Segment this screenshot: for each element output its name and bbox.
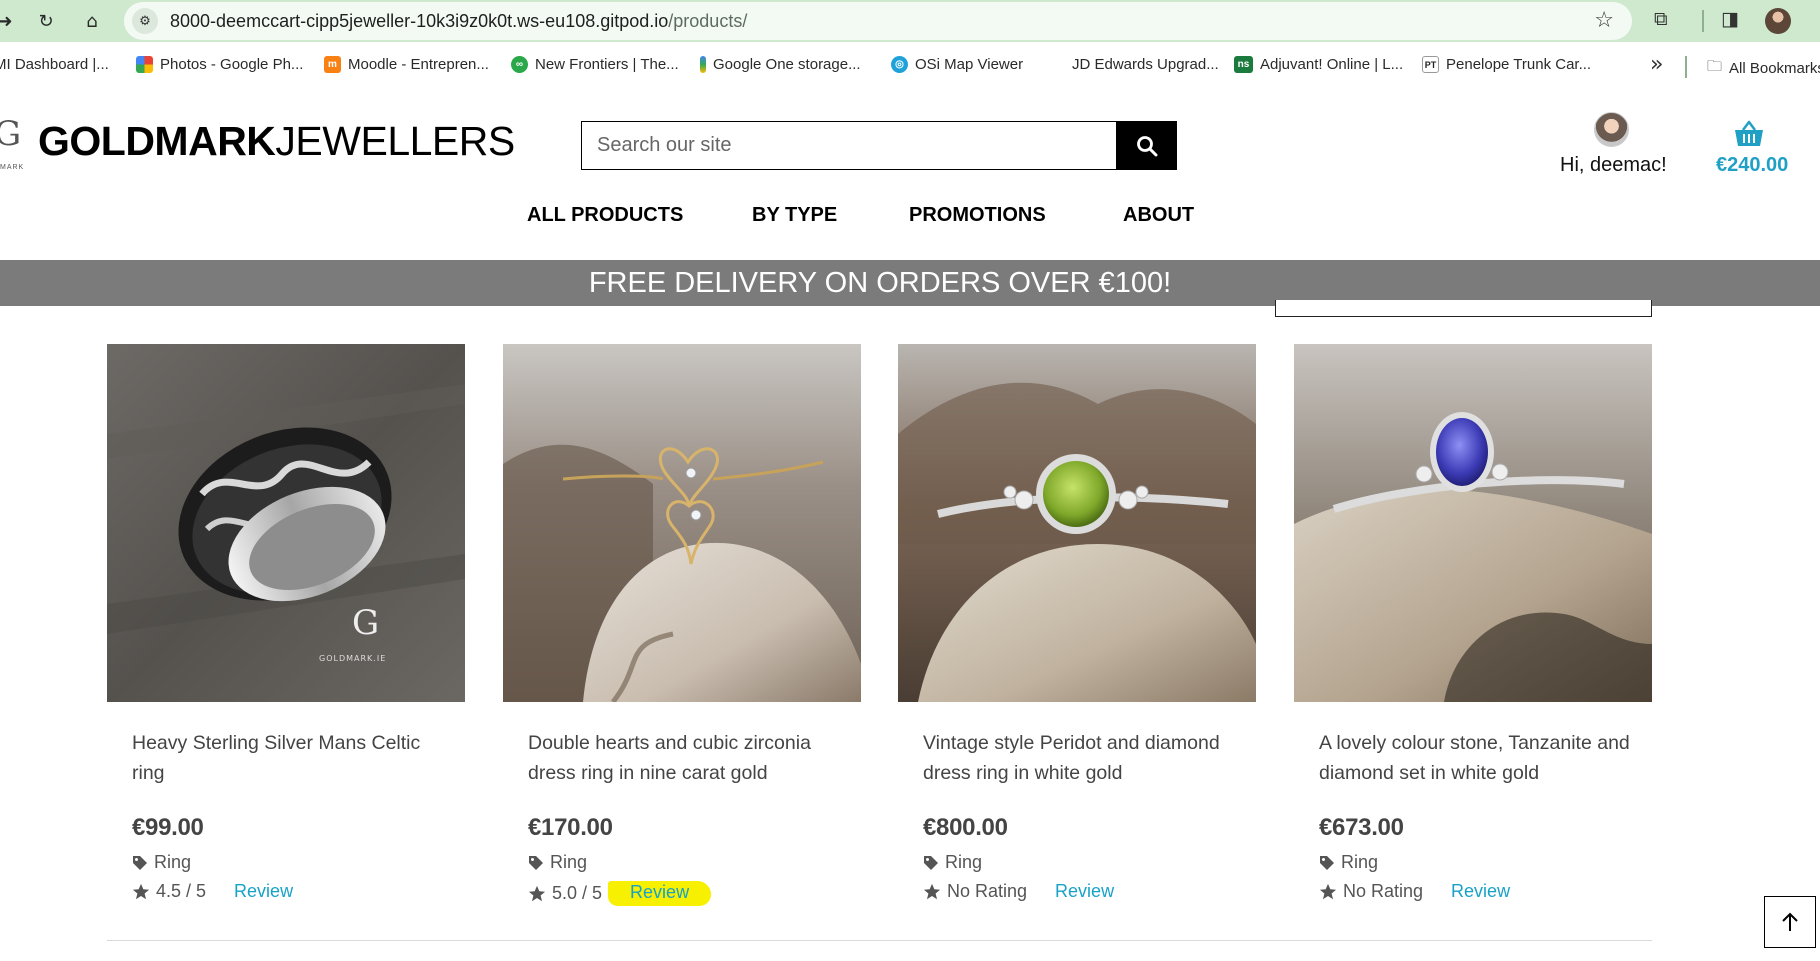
sort-select-clipped[interactable] bbox=[1275, 300, 1652, 317]
adjuvant-icon: ns bbox=[1234, 56, 1253, 73]
shopping-basket-icon[interactable] bbox=[1734, 120, 1764, 148]
reload-icon[interactable]: ↻ bbox=[33, 8, 59, 34]
bookmarks-overflow-icon[interactable]: » bbox=[1650, 52, 1663, 77]
nav-by-type[interactable]: BY TYPE bbox=[752, 204, 837, 227]
osi-map-icon: ◎ bbox=[891, 56, 908, 73]
review-link[interactable]: Review bbox=[1451, 881, 1510, 902]
bookmark-item[interactable]: Photos - Google Ph... bbox=[136, 56, 303, 73]
product-category[interactable]: Ring bbox=[132, 852, 191, 873]
product-price: €170.00 bbox=[528, 814, 613, 841]
folder-icon: 🗀 bbox=[1707, 57, 1723, 75]
nav-about[interactable]: ABOUT bbox=[1123, 204, 1194, 227]
bookmark-item[interactable]: ◎ OSi Map Viewer bbox=[891, 56, 1023, 73]
google-one-icon bbox=[700, 56, 706, 73]
bookmark-item[interactable]: ns Adjuvant! Online | L... bbox=[1234, 56, 1403, 73]
extensions-icon[interactable]: ⧉ bbox=[1654, 8, 1668, 30]
product-image[interactable] bbox=[898, 344, 1256, 702]
product-title[interactable]: Heavy Sterling Silver Mans Celtic ring bbox=[132, 728, 452, 788]
logo-mark[interactable]: G bbox=[0, 114, 21, 154]
product-category[interactable]: Ring bbox=[923, 852, 982, 873]
google-photos-icon bbox=[136, 56, 153, 73]
forward-icon[interactable]: ➜ bbox=[0, 8, 18, 34]
search-input[interactable] bbox=[582, 122, 1115, 168]
brand-logo[interactable]: GOLDMARKJEWELLERS bbox=[38, 118, 515, 165]
tag-icon bbox=[924, 855, 938, 870]
nav-all-products[interactable]: ALL PRODUCTS bbox=[527, 204, 683, 227]
product-title[interactable]: A lovely colour stone, Tanzanite and dia… bbox=[1319, 728, 1639, 788]
bookmark-item[interactable]: MI Dashboard |... bbox=[0, 56, 109, 73]
review-link[interactable]: Review bbox=[234, 881, 293, 902]
toolbar-divider bbox=[1702, 10, 1704, 32]
bookmark-item[interactable]: Google One storage... bbox=[700, 56, 861, 73]
bookmarks-divider bbox=[1685, 56, 1687, 78]
search-button[interactable] bbox=[1116, 121, 1177, 170]
product-rating: 4.5 / 5 Review bbox=[132, 881, 293, 902]
product-category[interactable]: Ring bbox=[1319, 852, 1378, 873]
site-info-icon[interactable]: ⚙ bbox=[132, 8, 158, 34]
search-icon bbox=[1136, 135, 1157, 156]
tag-icon bbox=[1320, 855, 1334, 870]
penelope-trunk-icon: PT bbox=[1422, 56, 1439, 73]
bookmark-item[interactable]: ∞ New Frontiers | The... bbox=[511, 56, 679, 73]
back-to-top-button[interactable] bbox=[1764, 896, 1816, 948]
side-panel-icon[interactable]: ◨ bbox=[1721, 8, 1739, 30]
product-price: €800.00 bbox=[923, 814, 1008, 841]
browser-profile-avatar[interactable] bbox=[1765, 8, 1791, 34]
product-image[interactable] bbox=[1294, 344, 1652, 702]
arrow-up-icon bbox=[1782, 912, 1798, 931]
all-bookmarks-folder[interactable]: 🗀 All Bookmarks bbox=[1707, 56, 1820, 81]
user-avatar[interactable] bbox=[1594, 112, 1629, 147]
product-price: €99.00 bbox=[132, 814, 204, 841]
review-link[interactable]: Review bbox=[1055, 881, 1114, 902]
star-icon bbox=[132, 883, 150, 899]
tag-icon bbox=[133, 855, 147, 870]
nav-promotions[interactable]: PROMOTIONS bbox=[909, 204, 1046, 227]
tag-icon bbox=[529, 855, 543, 870]
product-category[interactable]: Ring bbox=[528, 852, 587, 873]
star-icon bbox=[528, 885, 546, 901]
product-rating: No Rating Review bbox=[923, 881, 1114, 902]
logo-mark-subtext: MARK bbox=[0, 164, 25, 171]
product-image[interactable] bbox=[503, 344, 861, 702]
product-rating: No Rating Review bbox=[1319, 881, 1510, 902]
product-image[interactable]: G GOLDMARK.IE bbox=[107, 344, 465, 702]
product-title[interactable]: Vintage style Peridot and diamond dress … bbox=[923, 728, 1243, 788]
product-rating: 5.0 / 5 Review bbox=[528, 881, 712, 906]
product-price: €673.00 bbox=[1319, 814, 1404, 841]
bookmark-item[interactable]: m Moodle - Entrepren... bbox=[324, 56, 489, 73]
star-icon bbox=[923, 883, 941, 899]
product-title[interactable]: Double hearts and cubic zirconia dress r… bbox=[528, 728, 848, 788]
delivery-banner-text: FREE DELIVERY ON ORDERS OVER €100! bbox=[588, 266, 1172, 299]
cart-total[interactable]: €240.00 bbox=[1716, 154, 1788, 177]
browser-toolbar: ➜ ↻ ⌂ ⚙ 8000-deemccart-cipp5jeweller-10k… bbox=[0, 0, 1820, 42]
site-header: G MARK GOLDMARKJEWELLERS Hi, deemac! €24… bbox=[0, 92, 1820, 260]
home-icon[interactable]: ⌂ bbox=[79, 8, 105, 34]
bookmark-item[interactable]: JD Edwards Upgrad... bbox=[1072, 56, 1219, 73]
bookmarks-bar: MI Dashboard |... Photos - Google Ph... … bbox=[0, 42, 1820, 92]
url-text[interactable]: 8000-deemccart-cipp5jeweller-10k3i9z0k0t… bbox=[170, 11, 747, 32]
moodle-icon: m bbox=[324, 56, 341, 73]
bookmark-star-icon[interactable]: ☆ bbox=[1594, 8, 1614, 33]
svg-text:G: G bbox=[352, 603, 379, 643]
account-greeting[interactable]: Hi, deemac! bbox=[1560, 154, 1667, 177]
new-frontiers-icon: ∞ bbox=[511, 56, 528, 73]
svg-text:GOLDMARK.IE: GOLDMARK.IE bbox=[319, 654, 386, 663]
product-row-divider bbox=[107, 940, 1652, 941]
star-icon bbox=[1319, 883, 1337, 899]
search-box bbox=[581, 121, 1117, 170]
bookmark-item[interactable]: PT Penelope Trunk Car... bbox=[1422, 56, 1591, 73]
product-count-clipped bbox=[107, 306, 217, 312]
review-link-highlighted[interactable]: Review bbox=[608, 881, 712, 906]
address-bar[interactable]: ⚙ 8000-deemccart-cipp5jeweller-10k3i9z0k… bbox=[124, 2, 1632, 40]
